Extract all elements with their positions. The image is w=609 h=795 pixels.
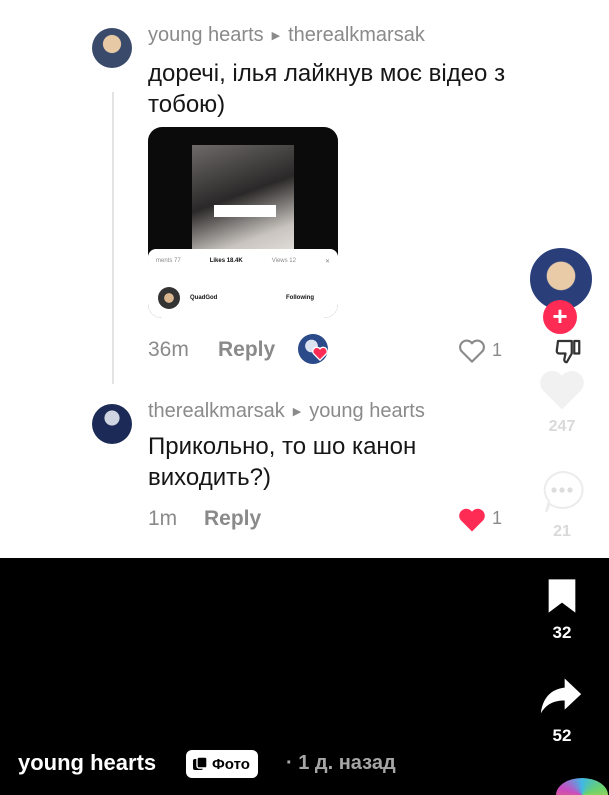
rail-like-icon[interactable] xyxy=(536,366,588,414)
attachment-user-avatar xyxy=(158,287,180,309)
attachment-user-name: QuadGod xyxy=(190,295,218,301)
share-icon[interactable] xyxy=(539,674,583,716)
attachment-tab-views: Views 12 xyxy=(271,258,296,264)
comment-1-like-count: 1 xyxy=(492,340,503,360)
comment-1-text: доречі, ілья лайкнув моє відео з тобою) xyxy=(148,60,506,118)
dislike-icon[interactable] xyxy=(552,336,584,366)
comment-2-author[interactable]: therealkmarsak xyxy=(148,400,285,423)
post-username[interactable]: young hearts xyxy=(18,750,156,776)
attachment-close-icon: ✕ xyxy=(324,259,330,265)
attachment-tab-likes: Likes 18.4K xyxy=(209,258,243,264)
reply-arrow-icon: ▶ xyxy=(271,30,281,42)
comment-2-reply-button[interactable]: Reply xyxy=(204,507,261,531)
reply-arrow-icon: ▶ xyxy=(292,406,302,418)
attachment-photo xyxy=(192,145,294,257)
follow-plus-button[interactable]: + xyxy=(543,300,577,334)
post-time: · 1 д. назад xyxy=(286,752,396,774)
thread-line xyxy=(112,92,114,384)
save-count: 32 xyxy=(552,623,572,642)
comment-2-time: 1m xyxy=(148,507,178,530)
rail-comment-icon[interactable] xyxy=(538,468,586,514)
creator-heart-icon xyxy=(312,346,328,361)
avatar-young-hearts[interactable] xyxy=(92,28,132,68)
attachment-tab-comments: ments 77 xyxy=(156,258,181,264)
comment-2-text: Прикольно, то шо канон виходить?) xyxy=(148,433,417,491)
rail-comment-count: 21 xyxy=(553,523,571,540)
photo-icon xyxy=(193,756,208,770)
attachment-following-label: Following xyxy=(286,295,314,301)
comment-1-header: young hearts ▶ therealkmarsak xyxy=(148,24,425,47)
comment-1-time: 36m xyxy=(148,338,189,361)
photo-badge: Фото xyxy=(186,750,258,778)
photo-badge-label: Фото xyxy=(212,755,250,773)
comment-1-reply-button[interactable]: Reply xyxy=(218,338,275,362)
share-count: 52 xyxy=(552,726,572,745)
comment-1-author[interactable]: young hearts xyxy=(148,24,264,47)
comment-1-like-icon[interactable] xyxy=(457,338,487,364)
attachment-tabs: ments 77 Likes 18.4K Views 12 ✕ xyxy=(148,258,338,265)
rail-like-count: 247 xyxy=(548,418,576,435)
comment-attachment-image[interactable]: ments 77 Likes 18.4K Views 12 ✕ QuadGod … xyxy=(148,127,338,318)
comment-2-liked-heart-icon[interactable] xyxy=(456,506,488,534)
comment-2-like-count: 1 xyxy=(492,508,503,528)
comment-2-reply-to[interactable]: young hearts xyxy=(309,400,425,423)
bookmark-icon[interactable] xyxy=(545,576,579,616)
comment-2-header: therealkmarsak ▶ young hearts xyxy=(148,400,425,423)
comment-1-reply-to[interactable]: therealkmarsak xyxy=(288,24,425,47)
avatar-therealkmarsak[interactable] xyxy=(92,404,132,444)
